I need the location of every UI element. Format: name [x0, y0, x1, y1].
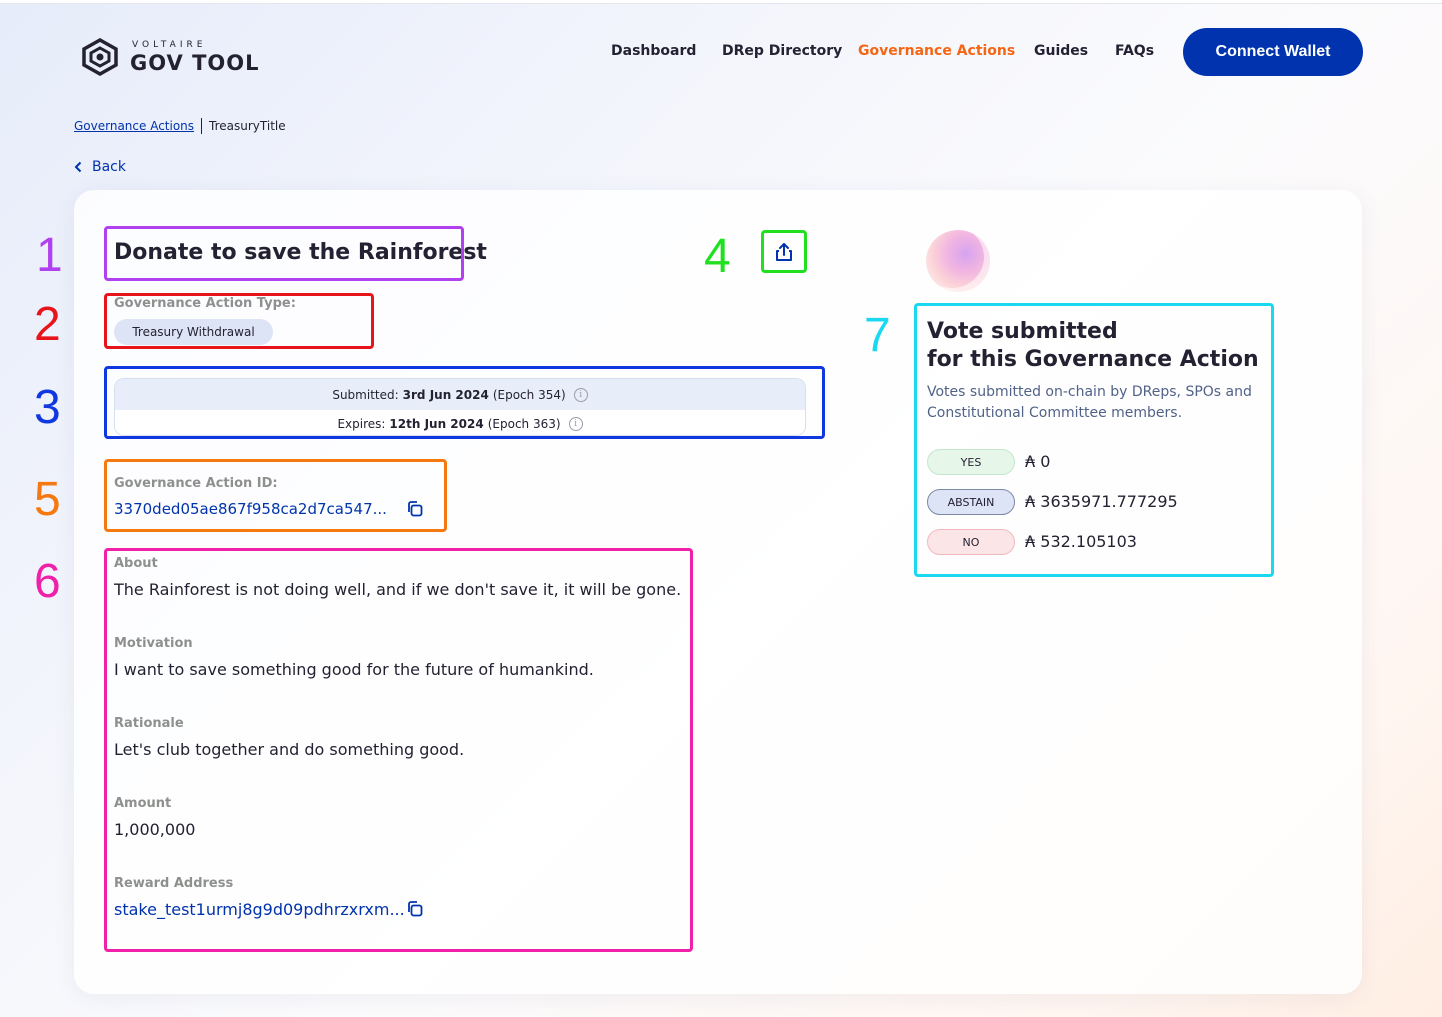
- annotation-number-2: 2: [34, 298, 61, 351]
- vote-orb-illustration: [926, 230, 990, 292]
- back-link[interactable]: Back: [74, 159, 126, 175]
- nav-dashboard[interactable]: Dashboard: [611, 43, 696, 59]
- nav-faqs[interactable]: FAQs: [1115, 43, 1154, 59]
- window-top-edge: [0, 0, 1442, 4]
- breadcrumb-current: TreasuryTitle: [209, 119, 286, 133]
- annotation-box-7: [914, 303, 1274, 577]
- annotation-number-3: 3: [34, 381, 61, 434]
- annotation-number-7: 7: [864, 309, 891, 362]
- back-label: Back: [92, 159, 126, 175]
- annotation-number-5: 5: [34, 473, 61, 526]
- annotation-box-1: [104, 226, 464, 281]
- annotation-number-1: 1: [36, 229, 63, 282]
- breadcrumb-separator: [201, 118, 203, 134]
- annotation-box-4: [761, 230, 807, 273]
- chevron-left-icon: [74, 161, 82, 173]
- annotation-number-6: 6: [34, 555, 61, 608]
- annotation-box-3: [104, 366, 825, 439]
- breadcrumb: Governance Actions TreasuryTitle: [74, 118, 286, 134]
- nav-guides[interactable]: Guides: [1034, 43, 1088, 59]
- logo[interactable]: VOLTAIRE GOV TOOL: [80, 38, 260, 76]
- nav-governance-actions[interactable]: Governance Actions: [858, 43, 1015, 59]
- logo-title: GOV TOOL: [130, 50, 260, 75]
- logo-subtitle: VOLTAIRE: [132, 39, 207, 50]
- annotation-box-5: [104, 459, 447, 532]
- annotation-box-2: [104, 293, 374, 349]
- nav-drep-directory[interactable]: DRep Directory: [722, 43, 842, 59]
- connect-wallet-button[interactable]: Connect Wallet: [1183, 28, 1363, 76]
- annotation-box-6: [104, 548, 693, 952]
- logo-hexagon-icon: [82, 38, 118, 76]
- annotation-number-4: 4: [704, 230, 731, 283]
- breadcrumb-governance-actions-link[interactable]: Governance Actions: [74, 119, 194, 133]
